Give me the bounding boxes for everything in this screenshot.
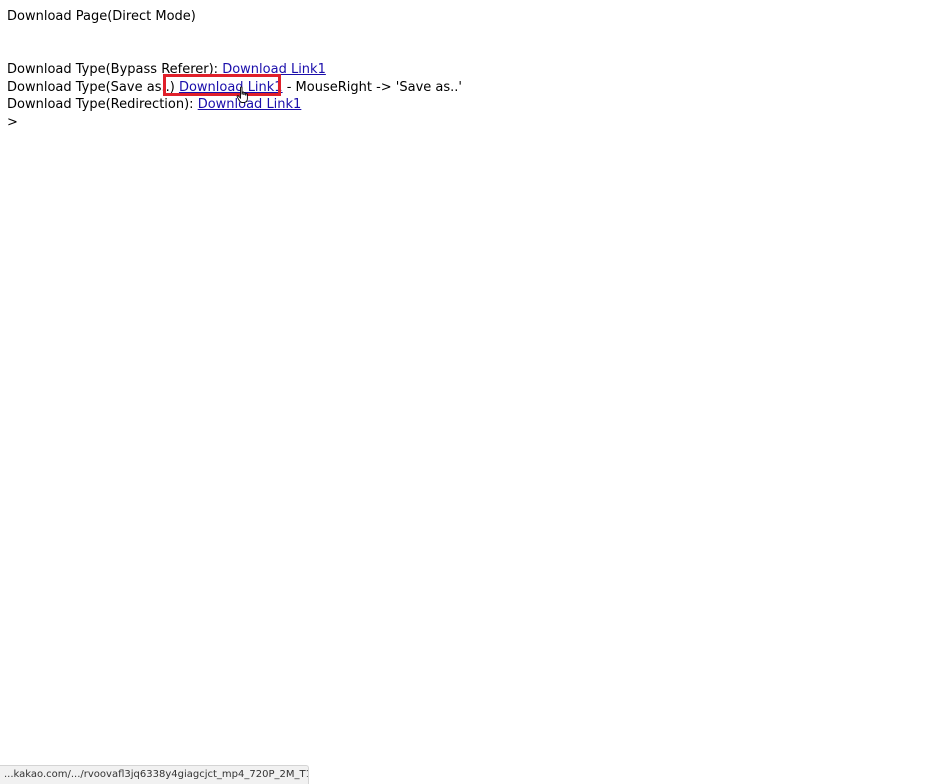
download-link-redirection[interactable]: Download Link1 — [198, 97, 302, 112]
download-row-bypass-referer: Download Type(Bypass Referer): Download … — [7, 61, 326, 78]
prompt-text: > — [7, 115, 18, 130]
download-row-redirection: Download Type(Redirection): Download Lin… — [7, 96, 301, 113]
download-link-save-as[interactable]: Download Link1 — [179, 80, 283, 95]
download-type-label: Download Type(Save as..) — [7, 80, 179, 95]
page-title: Download Page(Direct Mode) — [7, 9, 196, 24]
download-row-save-as: Download Type(Save as..) Download Link1 … — [7, 79, 462, 96]
download-type-label: Download Type(Bypass Referer): — [7, 62, 223, 77]
download-link-bypass-referer[interactable]: Download Link1 — [222, 62, 326, 77]
download-type-label: Download Type(Redirection): — [7, 97, 198, 112]
save-as-instruction: - MouseRight -> 'Save as..' — [282, 80, 463, 95]
status-bar-url: ...kakao.com/.../rvoovafl3jq6338y4giagcj… — [0, 765, 309, 784]
